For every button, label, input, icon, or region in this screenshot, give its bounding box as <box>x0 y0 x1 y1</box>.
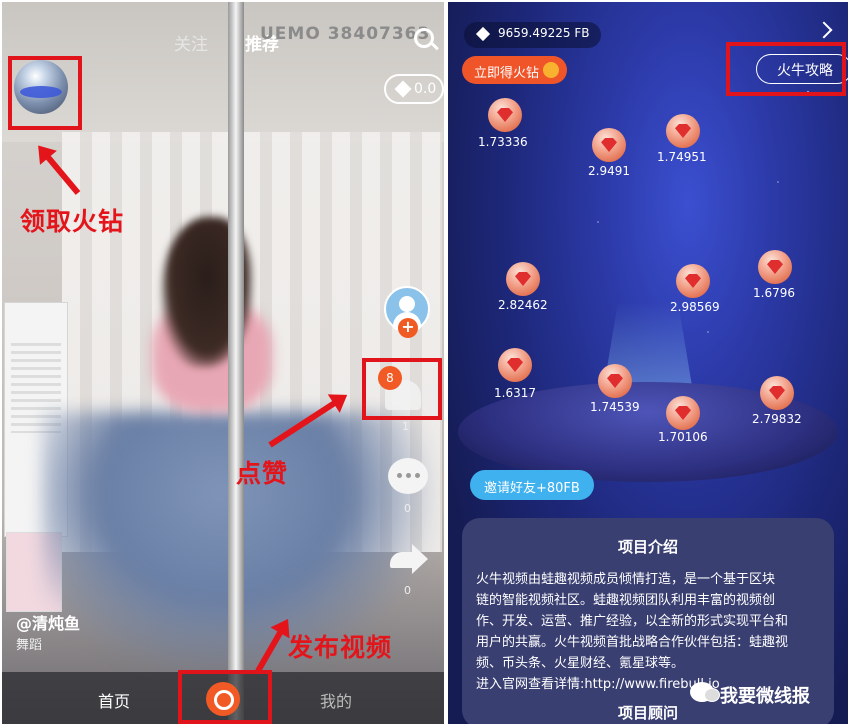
diamond-value: 2.79832 <box>752 412 802 426</box>
diamond-value: 2.98569 <box>670 300 720 314</box>
invite-friends-button[interactable]: 邀请好友+80FB <box>470 470 594 500</box>
diamond-badge-icon <box>543 62 560 78</box>
fb-balance-value: 0.0 <box>414 81 437 97</box>
annotation-claim: 领取火钻 <box>20 207 125 236</box>
diamond-value: 1.73336 <box>478 135 528 149</box>
creator-username[interactable]: @清炖鱼 <box>16 610 80 634</box>
intro-line: 链的智能视频社区。蛙趣视频团队利用丰富的视频创 <box>476 593 776 608</box>
annotation-like: 点赞 <box>236 459 289 488</box>
share-icon[interactable] <box>390 544 428 574</box>
fb-balance-pill[interactable]: 0.0 <box>384 74 444 104</box>
fire-diamond-screen: 9659.49225 FB 立即得火钻 火牛攻略 1.73336 2.9491 … <box>448 2 848 724</box>
follow-plus-icon[interactable]: + <box>398 318 418 338</box>
diamond-bubble[interactable] <box>760 376 794 410</box>
screenshot: 关注 推荐 UEMO 38407363 领取火钻 0.0 + 8 1 点赞 0 … <box>0 0 850 726</box>
user-id-watermark: UEMO 38407363 <box>260 24 431 44</box>
video-feed-screen: 关注 推荐 UEMO 38407363 领取火钻 0.0 + 8 1 点赞 0 … <box>2 2 444 724</box>
diamond-value: 2.9491 <box>588 164 630 178</box>
diamond-bubble[interactable] <box>592 128 626 162</box>
highlight-box-guide <box>726 42 846 96</box>
wechat-icon <box>690 682 720 702</box>
intro-line: 作、开发、运营、推广经验，以全新的形式实现平台和 <box>476 614 789 629</box>
diamond-icon <box>394 80 412 98</box>
intro-line: 频、币头条、火星财经、氪星球等。 <box>476 656 685 671</box>
diamond-bubble[interactable] <box>488 98 522 132</box>
diamond-bubble[interactable] <box>498 348 532 382</box>
highlight-box-orb <box>8 56 82 130</box>
like-count: 1 <box>402 420 409 433</box>
fb-balance: 9659.49225 FB <box>464 22 602 48</box>
highlight-box-publish <box>178 670 272 724</box>
diamond-bubble[interactable] <box>598 364 632 398</box>
get-diamonds-label: 立即得火钻 <box>474 66 540 81</box>
diamond-value: 1.74951 <box>657 150 707 164</box>
nav-me[interactable]: 我的 <box>320 688 352 712</box>
diamond-bubble[interactable] <box>758 250 792 284</box>
comment-icon[interactable] <box>388 458 428 494</box>
intro-title: 项目介绍 <box>617 538 678 556</box>
watermark-text: 我要微线报 <box>720 686 810 707</box>
diamond-bubble[interactable] <box>666 396 700 430</box>
scene-pole <box>228 2 244 722</box>
search-icon[interactable] <box>414 28 434 48</box>
intro-line: 火牛视频由蛙趣视频成员倾情打造，是一个基于区块 <box>476 572 776 587</box>
diamond-value: 1.6796 <box>753 286 795 300</box>
diamond-value: 1.6317 <box>494 386 536 400</box>
highlight-box-like <box>362 358 442 420</box>
nav-home[interactable]: 首页 <box>98 688 130 712</box>
comment-count: 0 <box>404 502 411 515</box>
diamond-icon <box>475 26 491 42</box>
video-tag[interactable]: 舞蹈 <box>16 634 42 653</box>
diamond-bubble[interactable] <box>666 114 700 148</box>
get-diamonds-button[interactable]: 立即得火钻 <box>462 56 568 84</box>
diamond-bubble[interactable] <box>506 262 540 296</box>
tab-follow[interactable]: 关注 <box>174 30 208 55</box>
intro-line: 用户的共赢。火牛视频首批战略合作伙伴包括：蛙趣视 <box>476 635 789 650</box>
diamond-value: 2.82462 <box>498 298 548 312</box>
diamond-bubble[interactable] <box>676 264 710 298</box>
diamond-value: 1.74539 <box>590 400 640 414</box>
diamond-value: 1.70106 <box>658 430 708 444</box>
fb-balance-text: 9659.49225 FB <box>498 26 590 40</box>
share-count: 0 <box>404 584 411 597</box>
annotation-publish: 发布视频 <box>288 633 393 662</box>
watermark: 我要微线报 <box>684 678 816 707</box>
